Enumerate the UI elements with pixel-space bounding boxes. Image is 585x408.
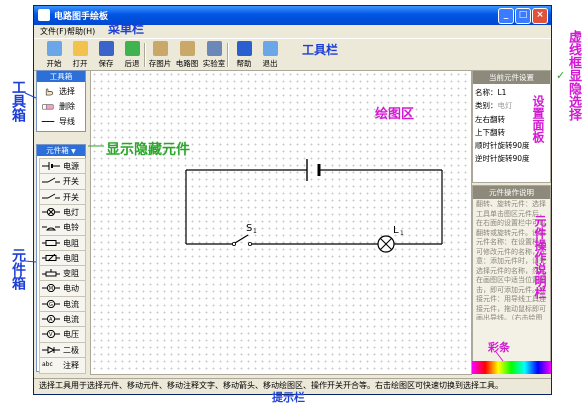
toolbox-arrow [24,92,37,99]
component-box-arrow [24,260,37,263]
colorbar-arrow [495,351,504,362]
annotation-arrows [24,92,504,362]
